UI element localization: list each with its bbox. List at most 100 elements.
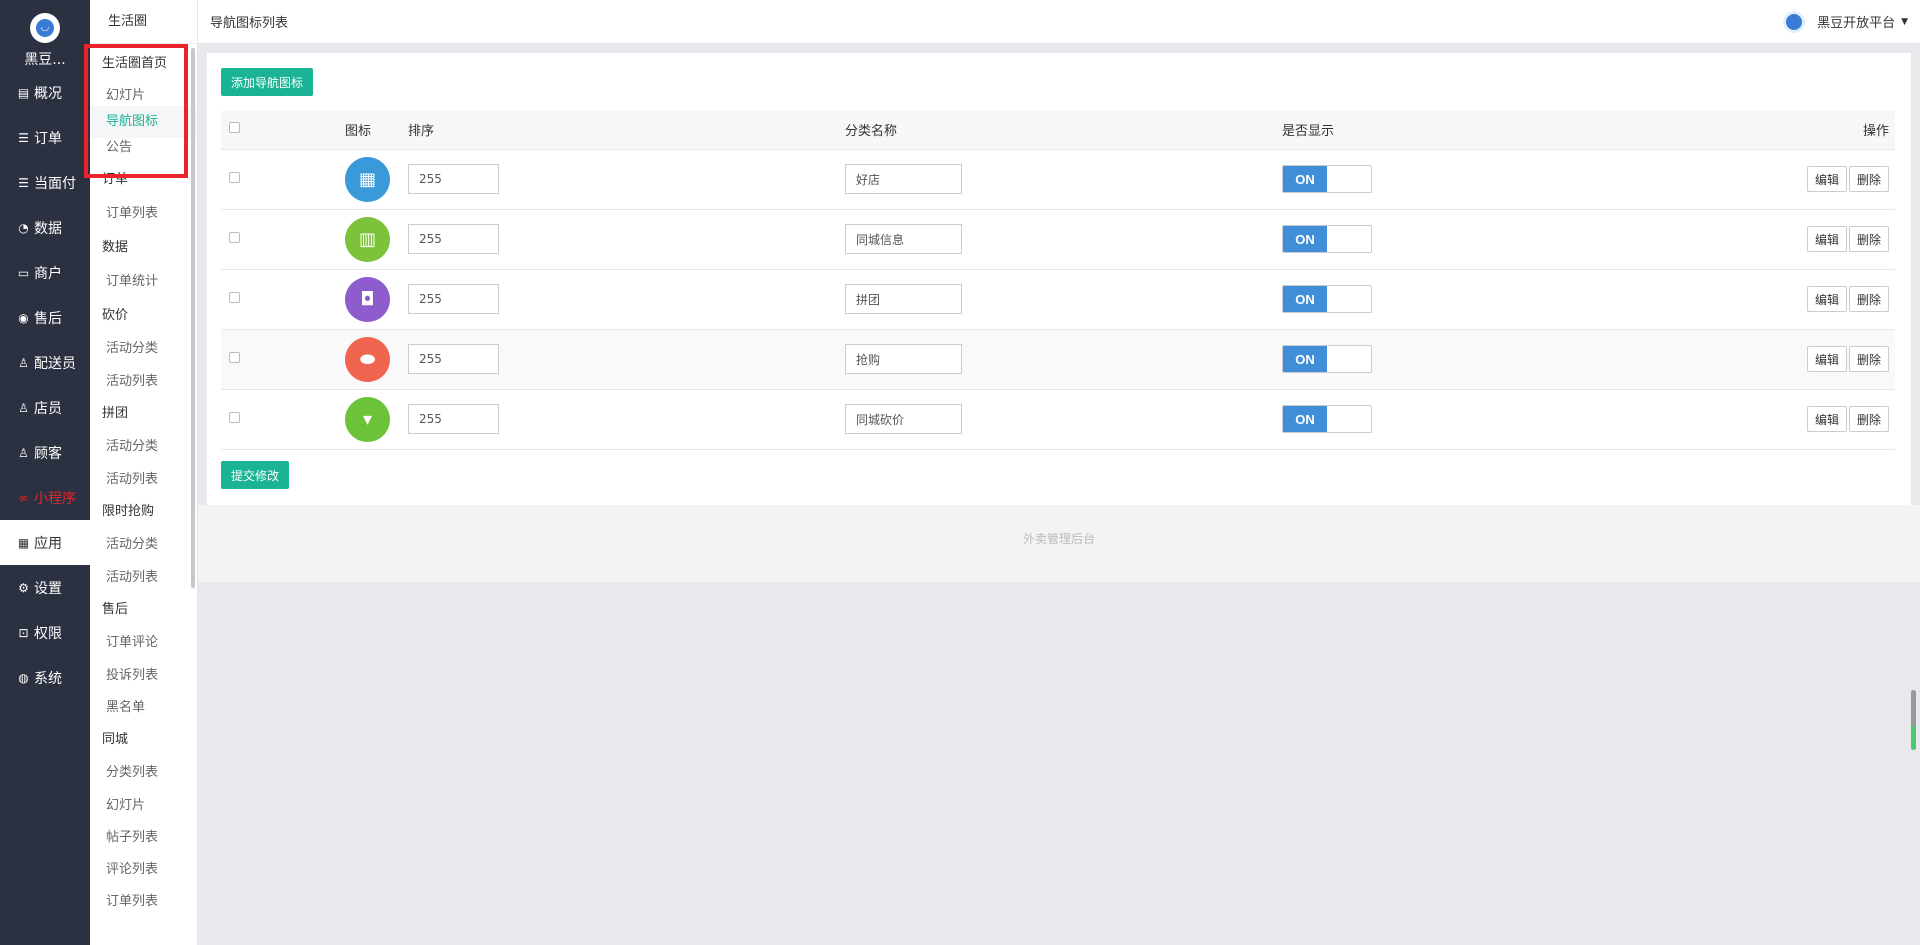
nav-item-3[interactable]: ◔ 数据 [0, 205, 90, 250]
sub-link-flash-list[interactable]: 活动列表 [90, 562, 197, 594]
sub-group-local[interactable]: 同城 [90, 724, 197, 756]
category-name-input[interactable] [845, 164, 962, 194]
sub-link-local-order-list[interactable]: 订单列表 [90, 886, 197, 918]
sub-link-local-slides[interactable]: 幻灯片 [90, 790, 197, 822]
nav-item-0[interactable]: ▤ 概况 [0, 70, 90, 115]
row-checkbox[interactable] [229, 291, 240, 303]
sub-group-group-buy[interactable]: 拼团 [90, 398, 197, 430]
nav-item-6[interactable]: ♙ 配送员 [0, 340, 90, 385]
nav-item-1[interactable]: ☰ 订单 [0, 115, 90, 160]
nav-item-11[interactable]: ⚙ 设置 [0, 565, 90, 610]
user-icon: ♙ [18, 400, 29, 415]
sort-input[interactable] [408, 404, 499, 434]
col-sort: 排序 [408, 111, 845, 150]
sub-link-bargain-category[interactable]: 活动分类 [90, 332, 197, 366]
sub-link-category-list[interactable]: 分类列表 [90, 756, 197, 790]
col-icon: 图标 [345, 111, 408, 150]
delete-button[interactable]: 删除 [1848, 346, 1889, 372]
table-row: ◘ ON 编辑删除 [221, 269, 1895, 330]
select-all-checkbox[interactable] [229, 122, 240, 134]
brand[interactable]: ◡ 黑豆... [0, 0, 90, 70]
sub-link-bargain-list[interactable]: 活动列表 [90, 366, 197, 398]
category-name-input[interactable] [845, 344, 962, 374]
user-icon: ♙ [18, 355, 29, 370]
sub-group-bargain[interactable]: 砍价 [90, 300, 197, 332]
caret-down-icon: ▼ [1901, 16, 1908, 27]
add-nav-icon-button[interactable]: 添加导航图标 [221, 68, 314, 96]
sub-link-comment-list[interactable]: 评论列表 [90, 854, 197, 886]
table-row: ⬬ ON 编辑删除 [221, 329, 1895, 390]
account-logo-icon [1783, 10, 1806, 33]
sub-link-post-list[interactable]: 帖子列表 [90, 822, 197, 854]
show-toggle[interactable]: ON [1282, 225, 1372, 253]
page-title: 导航图标列表 [210, 16, 289, 31]
nav-item-label: 数据 [34, 220, 62, 237]
sort-input[interactable] [408, 164, 499, 194]
category-name-input[interactable] [845, 224, 962, 254]
content-panel: 添加导航图标 图标 排序 分类名称 是否显示 操作 ▦ON编辑删除▥ON编辑删除… [207, 53, 1911, 505]
sub-link-order-stats[interactable]: 订单统计 [90, 264, 197, 300]
row-checkbox[interactable] [229, 171, 240, 183]
sub-link-flash-category[interactable]: 活动分类 [90, 528, 197, 562]
nav-item-label: 概况 [34, 85, 62, 102]
edit-button[interactable]: 编辑 [1806, 406, 1847, 432]
row-checkbox[interactable] [229, 231, 240, 243]
nav-item-5[interactable]: ◉ 售后 [0, 295, 90, 340]
edit-button[interactable]: 编辑 [1806, 166, 1847, 192]
table-row: ▦ ON 编辑删除 [221, 149, 1895, 210]
brand-logo-icon: ◡ [30, 13, 60, 43]
row-checkbox[interactable] [229, 411, 240, 423]
sort-input[interactable] [408, 284, 499, 314]
delete-button[interactable]: 删除 [1848, 166, 1889, 192]
sub-link-groupbuy-category[interactable]: 活动分类 [90, 430, 197, 464]
nav-item-9[interactable]: ∞ 小程序 [0, 475, 90, 520]
sub-sidebar-scrollbar[interactable] [191, 48, 195, 588]
brand-name: 黑豆... [24, 52, 66, 68]
submit-changes-button[interactable]: 提交修改 [221, 461, 290, 489]
page-scrollbar[interactable] [1911, 690, 1916, 750]
edit-button[interactable]: 编辑 [1806, 226, 1847, 252]
nav-item-7[interactable]: ♙ 店员 [0, 385, 90, 430]
delete-button[interactable]: 删除 [1848, 286, 1889, 312]
sub-group-flash-sale[interactable]: 限时抢购 [90, 496, 197, 528]
edit-button[interactable]: 编辑 [1806, 286, 1847, 312]
sort-input[interactable] [408, 344, 499, 374]
delete-button[interactable]: 删除 [1848, 406, 1889, 432]
nav-item-12[interactable]: ⊡ 权限 [0, 610, 90, 655]
nav-item-label: 设置 [34, 580, 62, 597]
show-toggle[interactable]: ON [1282, 165, 1372, 193]
nav-item-4[interactable]: ▭ 商户 [0, 250, 90, 295]
nav-item-8[interactable]: ♙ 顾客 [0, 430, 90, 475]
category-name-input[interactable] [845, 284, 962, 314]
book-icon: ▥ [345, 216, 390, 262]
highlight-box [84, 44, 188, 178]
nav-item-label: 当面付 [34, 175, 76, 192]
sub-link-groupbuy-list[interactable]: 活动列表 [90, 464, 197, 496]
col-name: 分类名称 [845, 111, 1282, 150]
edit-button[interactable]: 编辑 [1806, 346, 1847, 372]
miniprogram-icon: ∞ [18, 490, 29, 505]
list-icon: ☰ [18, 175, 29, 190]
sub-group-aftersale[interactable]: 售后 [90, 594, 197, 626]
sub-group-data[interactable]: 数据 [90, 232, 197, 264]
col-show: 是否显示 [1282, 111, 1624, 150]
sub-link-order-list[interactable]: 订单列表 [90, 196, 197, 232]
nav-item-2[interactable]: ☰ 当面付 [0, 160, 90, 205]
sub-link-order-reviews[interactable]: 订单评论 [90, 626, 197, 660]
nav-item-13[interactable]: ◍ 系统 [0, 655, 90, 700]
col-ops: 操作 [1624, 111, 1895, 150]
category-name-input[interactable] [845, 404, 962, 434]
nav-item-10[interactable]: ▦ 应用 [0, 520, 90, 565]
show-toggle[interactable]: ON [1282, 405, 1372, 433]
show-toggle[interactable]: ON [1282, 285, 1372, 313]
sort-input[interactable] [408, 224, 499, 254]
show-toggle[interactable]: ON [1282, 345, 1372, 373]
nav-item-label: 订单 [34, 130, 62, 147]
delete-button[interactable]: 删除 [1848, 226, 1889, 252]
sub-link-blacklist[interactable]: 黑名单 [90, 692, 197, 724]
ticket-icon: ⬬ [345, 336, 390, 382]
row-checkbox[interactable] [229, 351, 240, 363]
main-nav: ◡ 黑豆... ▤ 概况 ☰ 订单 ☰ 当面付 ◔ 数据 ▭ 商户 ◉ 售后 ♙ 配送员 ♙ 店员 ♙ 顾客 ∞ 小程… [0, 0, 90, 945]
sub-link-complaints[interactable]: 投诉列表 [90, 660, 197, 692]
account-menu[interactable]: 黑豆开放平台 ▼ [1783, 10, 1908, 33]
